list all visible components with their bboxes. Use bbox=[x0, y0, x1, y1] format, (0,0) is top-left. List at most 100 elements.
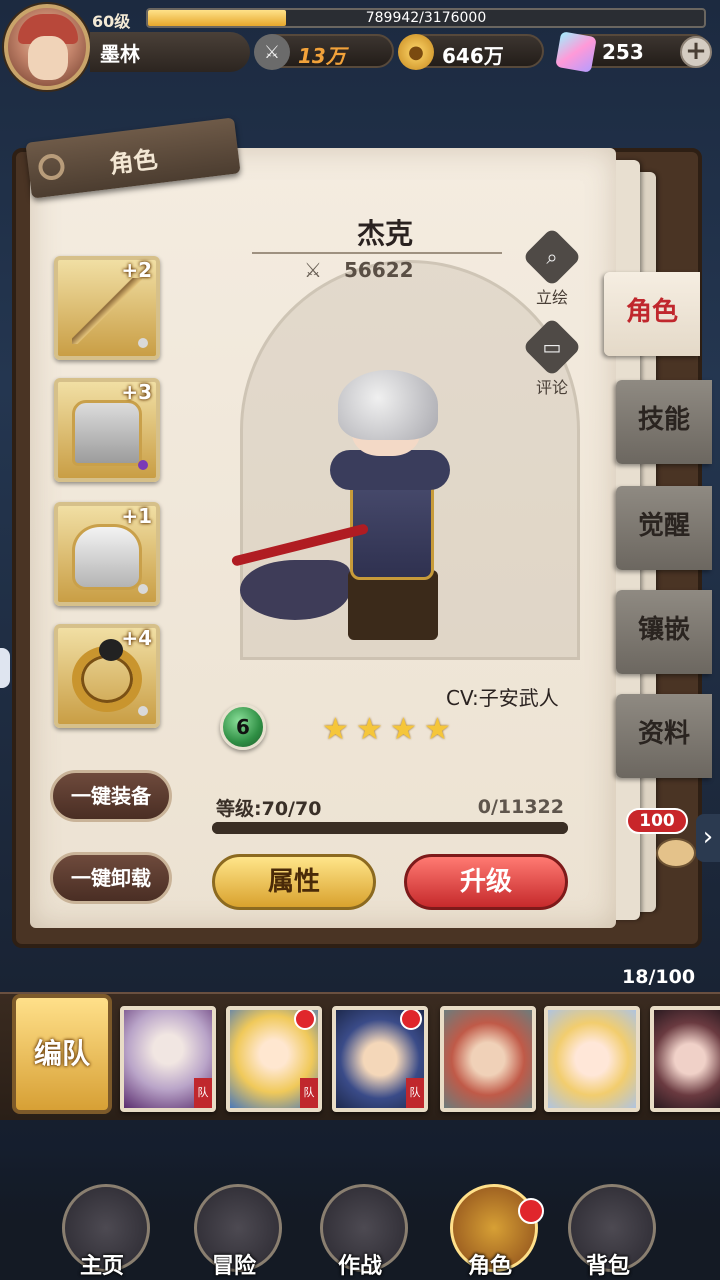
nav-home[interactable]: 主页 bbox=[42, 1168, 162, 1280]
gold-display: ● 646万 bbox=[398, 34, 544, 70]
comment-button[interactable]: ▭ 评论 bbox=[522, 317, 582, 398]
chat-unread-badge: 100 bbox=[626, 808, 688, 834]
star-icon: ★ bbox=[390, 712, 417, 747]
roster-card[interactable]: 队 bbox=[120, 1006, 216, 1112]
character-power-value: 56622 bbox=[344, 258, 414, 282]
star-icon: ★ bbox=[356, 712, 383, 747]
hero-portrait bbox=[654, 1010, 720, 1108]
roster-card[interactable] bbox=[440, 1006, 536, 1112]
top-bar: 60级 789942/3176000 墨林 ⚔ 13万 ● 646万 253 + bbox=[0, 0, 720, 100]
chat-bubble-icon bbox=[656, 838, 696, 868]
enhance-level: +3 bbox=[121, 380, 152, 404]
nav-character-label: 角色 bbox=[467, 1254, 512, 1279]
hero-portrait bbox=[548, 1010, 636, 1108]
power-display: ⚔ 13万 bbox=[254, 34, 394, 70]
equip-slot-boots[interactable]: +1 bbox=[54, 502, 160, 606]
quality-dot bbox=[138, 584, 148, 594]
tab-awaken[interactable]: 觉醒 bbox=[616, 486, 712, 570]
chevron-right-icon[interactable]: › bbox=[696, 814, 720, 862]
upgrade-button[interactable]: 升级 bbox=[404, 854, 568, 910]
nav-adventure-label: 冒险 bbox=[211, 1254, 256, 1279]
hero-scarf bbox=[330, 450, 450, 490]
chat-button[interactable]: 100 bbox=[626, 808, 698, 868]
star-icon: ★ bbox=[322, 712, 349, 747]
nav-home-label: 主页 bbox=[79, 1254, 124, 1279]
gold-coin-icon: ● bbox=[398, 34, 434, 70]
roster-count: 18/100 bbox=[622, 966, 696, 988]
notification-dot bbox=[518, 1198, 544, 1224]
nav-adventure[interactable]: 冒险 bbox=[174, 1168, 294, 1280]
notification-dot bbox=[294, 1010, 316, 1030]
nav-character[interactable]: 角色 bbox=[430, 1168, 550, 1280]
unequip-all-button[interactable]: 一键卸载 bbox=[50, 852, 172, 904]
character-name: 杰克 bbox=[356, 217, 413, 250]
character-level: 等级:70/70 bbox=[216, 798, 322, 820]
player-exp-bar: 789942/3176000 bbox=[146, 8, 706, 28]
roster-card[interactable] bbox=[650, 1006, 720, 1112]
character-exp-fill bbox=[212, 822, 568, 834]
hero-cape bbox=[240, 560, 350, 620]
in-team-tag: 队 bbox=[194, 1078, 212, 1108]
character-grade-value: 6 bbox=[236, 715, 250, 739]
nav-bag-label: 背包 bbox=[585, 1254, 630, 1279]
player-level: 60级 bbox=[92, 12, 131, 31]
character-figure[interactable] bbox=[220, 370, 500, 660]
character-exp: 0/11322 bbox=[477, 796, 564, 818]
nav-battle-label: 作战 bbox=[337, 1254, 382, 1279]
gem-icon bbox=[555, 31, 597, 73]
player-name: 墨林 bbox=[100, 42, 140, 66]
side-handle[interactable] bbox=[0, 648, 10, 688]
equip-all-button[interactable]: 一键装备 bbox=[50, 770, 172, 822]
tab-inlay[interactable]: 镶嵌 bbox=[616, 590, 712, 674]
armor-icon bbox=[72, 400, 142, 466]
player-avatar[interactable] bbox=[4, 4, 90, 90]
roster-card[interactable] bbox=[544, 1006, 640, 1112]
quality-dot bbox=[138, 338, 148, 348]
hero-hair bbox=[338, 370, 438, 440]
enhance-level: +1 bbox=[121, 504, 152, 528]
name-divider bbox=[252, 252, 502, 254]
character-grade-badge: 6 bbox=[220, 704, 266, 750]
roster-card[interactable]: 队 bbox=[332, 1006, 428, 1112]
notification-dot bbox=[400, 1010, 422, 1030]
hero-legs bbox=[348, 570, 438, 640]
boots-icon bbox=[72, 524, 142, 590]
tab-profile[interactable]: 资料 bbox=[616, 694, 712, 778]
quality-dot bbox=[138, 460, 148, 470]
magnifier-icon: ⌕ bbox=[522, 227, 582, 287]
nav-bag[interactable]: 背包 bbox=[548, 1168, 668, 1280]
formation-button[interactable]: 编队 bbox=[12, 994, 112, 1114]
sword-icon bbox=[72, 278, 142, 344]
ring-icon bbox=[72, 639, 142, 712]
tab-skills[interactable]: 技能 bbox=[616, 380, 712, 464]
character-power: ⚔ 56622 bbox=[300, 258, 460, 284]
equip-slot-ring[interactable]: +4 bbox=[54, 624, 160, 728]
attributes-button[interactable]: 属性 bbox=[212, 854, 376, 910]
enhance-level: +2 bbox=[121, 258, 152, 282]
gem-value: 253 bbox=[602, 40, 644, 64]
add-gems-button[interactable]: + bbox=[680, 36, 712, 68]
in-team-tag: 队 bbox=[300, 1078, 318, 1108]
equip-slot-armor[interactable]: +3 bbox=[54, 378, 160, 482]
crossed-swords-icon: ⚔ bbox=[254, 34, 290, 70]
star-rating: ★ ★ ★ ★ bbox=[322, 714, 456, 750]
gold-value: 646万 bbox=[442, 44, 504, 68]
tab-character[interactable]: 角色 bbox=[604, 272, 700, 356]
in-team-tag: 队 bbox=[406, 1078, 424, 1108]
crossed-swords-icon: ⚔ bbox=[304, 258, 322, 282]
power-value: 13万 bbox=[298, 44, 346, 68]
speech-bubble-icon: ▭ bbox=[522, 317, 582, 377]
hero-portrait bbox=[444, 1010, 532, 1108]
nav-battle[interactable]: 作战 bbox=[300, 1168, 420, 1280]
view-portrait-button[interactable]: ⌕ 立绘 bbox=[522, 227, 582, 308]
comment-label: 评论 bbox=[535, 378, 568, 397]
view-portrait-label: 立绘 bbox=[535, 288, 568, 307]
star-icon: ★ bbox=[424, 712, 451, 747]
equip-slot-weapon[interactable]: +2 bbox=[54, 256, 160, 360]
roster-card[interactable]: 队 bbox=[226, 1006, 322, 1112]
player-exp-text: 789942/3176000 bbox=[365, 10, 487, 26]
voice-actor-credit: CV:子安武人 bbox=[446, 686, 559, 710]
character-exp-bar bbox=[212, 822, 568, 834]
enhance-level: +4 bbox=[121, 626, 152, 650]
avatar-face bbox=[28, 36, 68, 80]
